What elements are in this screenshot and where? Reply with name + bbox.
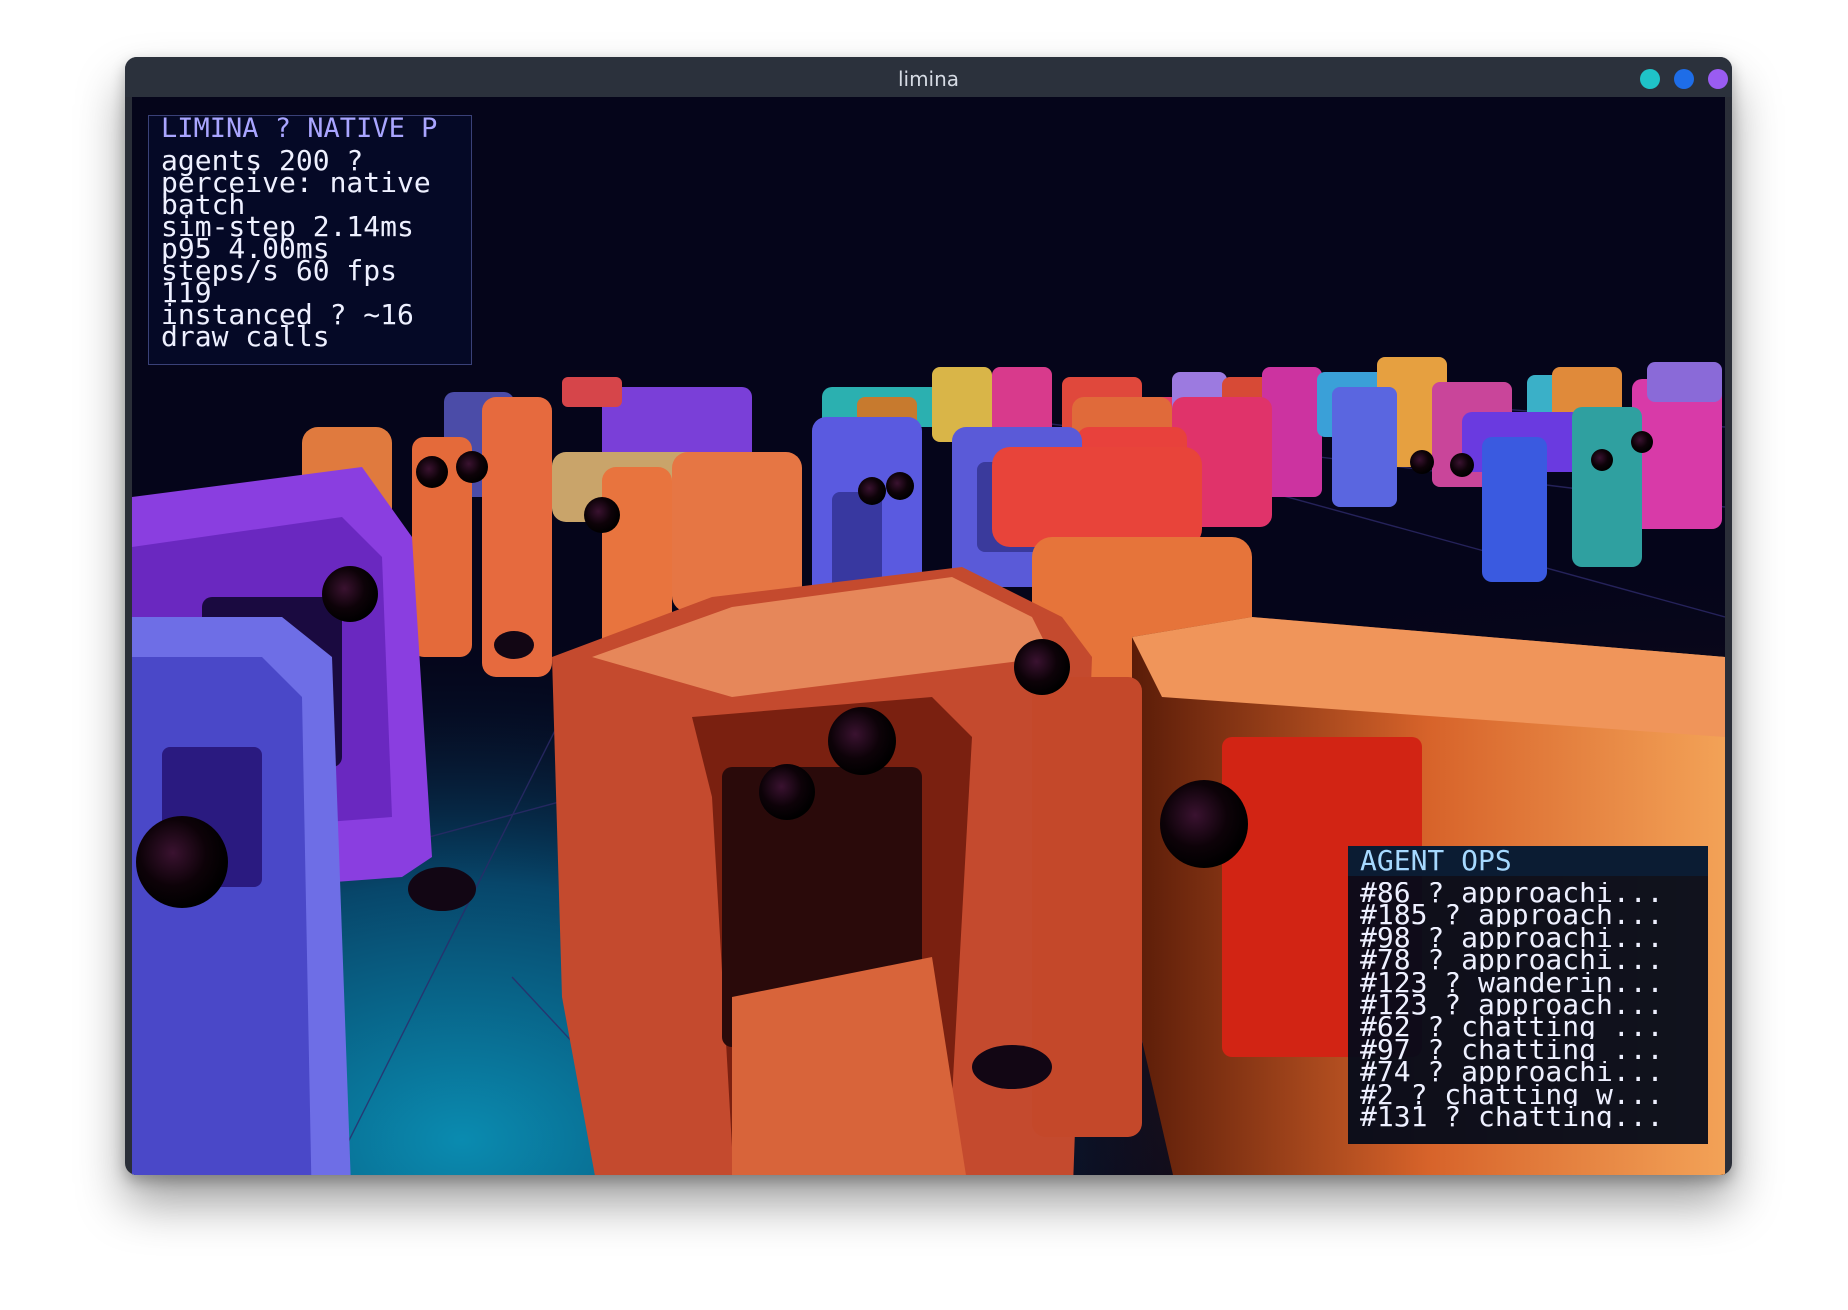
agent-op-item: #123 ? wanderin... <box>1360 971 1664 995</box>
app-window: limina LIMINA ? NATIVE P agents 200 ? pe… <box>125 57 1732 1175</box>
minimize-button[interactable] <box>1640 69 1660 89</box>
agent-op-item: #98 ? approachi... <box>1360 926 1664 950</box>
agent-op-item: #86 ? approachi... <box>1360 882 1664 905</box>
agent-op-item: #74 ? approachi... <box>1360 1061 1664 1084</box>
stat-draw-calls: instanced ? ~16 draw calls <box>161 298 414 353</box>
agent-op-item: #131 ? chatting... <box>1360 1106 1664 1129</box>
title-bar[interactable]: limina <box>125 57 1732 97</box>
3d-viewport[interactable]: LIMINA ? NATIVE P agents 200 ? perceive:… <box>132 97 1725 1175</box>
agent-ops-title: AGENT OPS <box>1348 846 1708 876</box>
agent-op-item: #78 ? approachi... <box>1360 949 1664 972</box>
agent-ops-panel: AGENT OPS #86 ? approachi... #185 ? appr… <box>1348 846 1708 1144</box>
perf-hud-body: agents 200 ? perceive: native batch sim-… <box>149 144 471 353</box>
agent-op-item: #185 ? approach... <box>1360 904 1664 927</box>
agent-op-item: #62 ? chatting ... <box>1360 1016 1664 1039</box>
maximize-button[interactable] <box>1674 69 1694 89</box>
agent-ops-list: #86 ? approachi... #185 ? approach... #9… <box>1348 876 1708 1128</box>
agent-op-item: #97 ? chatting ... <box>1360 1038 1664 1062</box>
window-title: limina <box>897 67 960 91</box>
close-button[interactable] <box>1708 69 1728 89</box>
agent-op-item: #123 ? approach... <box>1360 994 1664 1017</box>
perf-hud-title: LIMINA ? NATIVE P <box>161 116 438 144</box>
perf-hud: LIMINA ? NATIVE P agents 200 ? perceive:… <box>148 115 472 365</box>
agent-op-item: #2 ? chatting w... <box>1360 1083 1664 1107</box>
